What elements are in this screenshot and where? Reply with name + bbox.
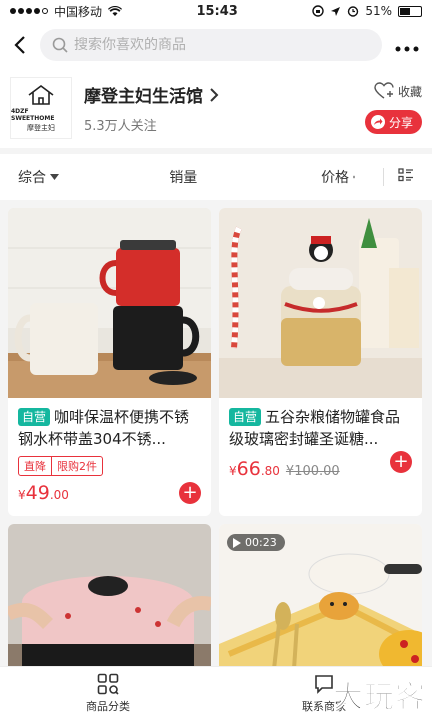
logo-text-cn: 摩登主妇 <box>27 123 55 132</box>
top-bar <box>0 22 432 68</box>
product-card[interactable]: 自营 咖啡保温杯便携不锈钢水杯带盖304不锈... 直降 限购2件 ¥49.00 … <box>8 208 211 516</box>
tab-sales[interactable]: 销量 <box>131 167 275 187</box>
sort-updown-icon <box>353 175 356 179</box>
promo-tags: 直降 限购2件 <box>18 456 103 476</box>
watermark-logo: 大玩客 <box>333 680 426 716</box>
list-view-icon <box>398 168 413 182</box>
more-dots-icon <box>395 46 419 51</box>
location-icon <box>331 6 341 16</box>
shop-header: 4DZF SWEETHOME 摩登主妇 摩登主妇生活馆 5.3万人关注 收藏 分… <box>0 68 432 148</box>
nav-categories-label: 商品分类 <box>86 700 130 713</box>
wifi-icon <box>108 5 123 16</box>
search-box[interactable] <box>40 29 382 61</box>
category-grid-icon <box>97 673 119 695</box>
carrier-label: 中国移动 <box>54 4 103 19</box>
follower-count: 5.3万人关注 <box>84 119 157 134</box>
favorite-label: 收藏 <box>397 84 422 99</box>
self-operated-badge: 自营 <box>229 408 262 426</box>
clock: 15:43 <box>196 3 238 19</box>
product-price: ¥49.00 <box>18 482 69 504</box>
caret-down-icon <box>50 174 59 180</box>
battery-icon <box>397 5 422 17</box>
tab-price[interactable]: 价格 <box>275 167 356 187</box>
favorite-button[interactable]: 收藏 <box>374 82 422 100</box>
chat-icon <box>315 675 333 694</box>
nav-categories[interactable]: 商品分类 <box>0 667 216 720</box>
sort-bar: 综合 销量 价格 <box>0 154 432 200</box>
share-button[interactable]: 分享 <box>364 110 422 134</box>
shop-logo[interactable]: 4DZF SWEETHOME 摩登主妇 <box>10 77 72 139</box>
play-icon <box>233 537 241 548</box>
layout-toggle-button[interactable] <box>398 168 414 186</box>
product-image[interactable] <box>8 208 211 398</box>
promo-tag: 限购2件 <box>51 457 102 475</box>
add-to-cart-button[interactable]: + <box>390 451 412 473</box>
search-input[interactable] <box>74 37 370 53</box>
share-label: 分享 <box>388 115 413 130</box>
heart-plus-icon <box>374 82 394 99</box>
shop-name-link[interactable]: 摩登主妇生活馆 <box>84 82 365 107</box>
chevron-left-icon <box>14 36 25 54</box>
product-price: ¥66.80 ¥100.00 <box>229 458 340 480</box>
house-icon <box>28 84 54 105</box>
chevron-right-icon <box>210 87 219 102</box>
back-button[interactable] <box>10 30 30 60</box>
alarm-icon <box>348 6 359 17</box>
self-operated-badge: 自营 <box>18 408 51 426</box>
product-grid: 自营 咖啡保温杯便携不锈钢水杯带盖304不锈... 直降 限购2件 ¥49.00 … <box>0 200 432 714</box>
shop-page: 中国移动 15:43 51% 4DZF SWEETHOME 摩登主妇 <box>0 0 432 720</box>
video-duration-badge: 00:23 <box>227 534 285 551</box>
logo-text-en: 4DZF SWEETHOME <box>11 107 55 122</box>
battery-percent: 51% <box>365 4 392 18</box>
divider <box>383 168 384 186</box>
tab-comprehensive[interactable]: 综合 <box>18 167 131 187</box>
more-options-button[interactable] <box>392 33 422 58</box>
share-icon <box>370 115 385 129</box>
rotation-lock-icon <box>312 5 325 17</box>
product-card[interactable]: 自营 五谷杂粮储物罐食品级玻璃密封罐圣诞糖... ¥66.80 ¥100.00 + <box>219 208 422 516</box>
add-to-cart-button[interactable]: + <box>179 482 201 504</box>
search-icon <box>52 37 68 53</box>
product-image[interactable] <box>219 208 422 398</box>
shop-name: 摩登主妇生活馆 <box>84 87 203 107</box>
original-price: ¥100.00 <box>285 464 340 479</box>
status-bar: 中国移动 15:43 51% <box>0 0 432 22</box>
signal-icon <box>10 8 48 14</box>
promo-tag: 直降 <box>24 460 46 473</box>
